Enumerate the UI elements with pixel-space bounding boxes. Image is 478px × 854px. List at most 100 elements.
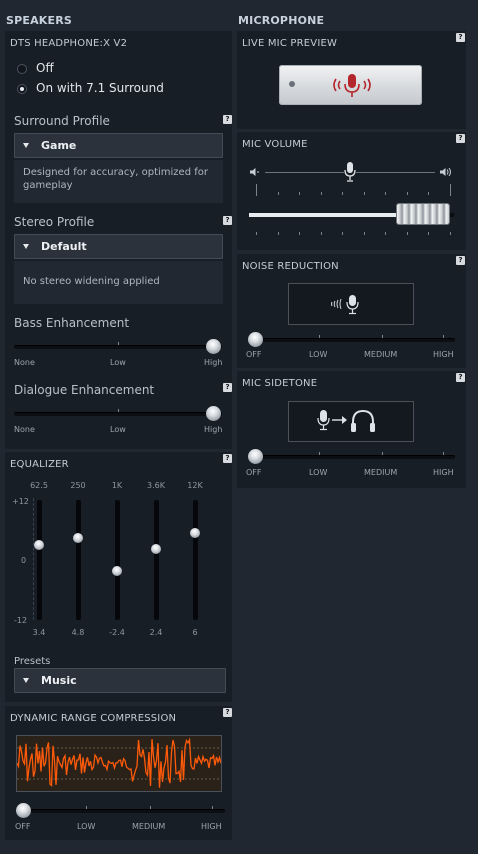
live-mic-preview-panel: LIVE MIC PREVIEW ? xyxy=(237,31,466,129)
drc-help-icon[interactable]: ? xyxy=(223,708,232,717)
eq-band-track[interactable] xyxy=(193,500,198,620)
presets-label: Presets xyxy=(14,656,51,667)
mic-volume-help-icon[interactable]: ? xyxy=(456,134,465,143)
bass-slider-track[interactable] xyxy=(14,345,222,349)
sidetone-help-icon[interactable]: ? xyxy=(456,373,465,382)
dts-off-label[interactable]: Off xyxy=(36,61,54,75)
mic-volume-tick xyxy=(385,232,386,235)
surround-profile-value: Game xyxy=(41,139,77,152)
mic-sidetone-title: MIC SIDETONE xyxy=(242,378,318,389)
dialogue-min-label: None xyxy=(14,425,35,434)
eq-band-knob[interactable] xyxy=(190,528,200,538)
mic-volume-tick xyxy=(385,192,386,195)
mic-volume-tick xyxy=(299,232,300,235)
mic-volume-tick xyxy=(320,192,322,195)
eq-axis-top: +12 xyxy=(12,497,29,506)
bass-tick-mid xyxy=(118,342,119,345)
dts-off-radio[interactable] xyxy=(17,64,27,74)
eq-band-track[interactable] xyxy=(154,500,159,620)
bass-min-label: None xyxy=(14,358,35,367)
st-tick xyxy=(443,452,444,455)
st-level-off: OFF xyxy=(246,468,262,477)
live-preview-help-icon[interactable]: ? xyxy=(456,33,465,42)
eq-band-frequency: 12K xyxy=(187,481,203,490)
eq-grid-line xyxy=(33,498,34,620)
nr-level-off: OFF xyxy=(246,350,262,359)
drc-tick xyxy=(86,806,87,809)
drc-slider-knob[interactable] xyxy=(16,803,31,818)
mic-waves-icon xyxy=(333,74,371,97)
nr-tick xyxy=(443,335,444,338)
mic-to-headphones-icon xyxy=(317,409,375,432)
bass-slider-knob[interactable] xyxy=(206,339,221,354)
eq-band-frequency: 3.6K xyxy=(147,481,165,490)
dialogue-tick-mid xyxy=(118,409,119,412)
stereo-profile-dropdown[interactable]: Default xyxy=(14,234,223,259)
mic-volume-tick xyxy=(406,232,408,235)
eq-band-value: 4.8 xyxy=(71,628,85,637)
eq-band-knob[interactable] xyxy=(112,565,122,576)
dts-panel-title: DTS HEADPHONE:X V2 xyxy=(10,38,128,49)
mic-volume-tick xyxy=(363,192,365,195)
dialogue-max-label: High xyxy=(204,425,223,434)
mic-volume-knob[interactable] xyxy=(397,204,450,224)
mic-volume-tick xyxy=(299,192,300,195)
eq-preset-dropdown[interactable]: Music xyxy=(14,668,226,693)
drc-level-high: HIGH xyxy=(201,822,222,831)
mic-volume-tick xyxy=(342,192,343,195)
sidetone-track[interactable] xyxy=(249,455,455,459)
noise-reduction-title: NOISE REDUCTION xyxy=(242,261,339,272)
mic-volume-title: MIC VOLUME xyxy=(242,139,308,150)
mic-volume-tick xyxy=(363,232,365,235)
equalizer-title: EQUALIZER xyxy=(10,459,69,470)
dialogue-help-icon[interactable]: ? xyxy=(223,383,232,392)
dts-panel: DTS HEADPHONE:X V2 Off On with 7.1 Surro… xyxy=(5,31,232,449)
drc-slider-track[interactable] xyxy=(17,809,225,813)
noise-reduction-panel: NOISE REDUCTION ? OFF LOW MEDIUM HIGH xyxy=(237,254,466,368)
stereo-help-icon[interactable]: ? xyxy=(223,216,232,225)
dialogue-slider-track[interactable] xyxy=(14,412,222,416)
eq-band-knob[interactable] xyxy=(151,544,161,555)
bass-max-label: High xyxy=(204,358,223,367)
surround-profile-description: Designed for accuracy, optimized for gam… xyxy=(14,160,223,203)
dts-on-label[interactable]: On with 7.1 Surround xyxy=(36,81,164,95)
stereo-profile-description: No stereo widening applied xyxy=(14,261,223,304)
drc-waveform xyxy=(17,737,221,788)
surround-help-icon[interactable]: ? xyxy=(223,115,232,124)
stereo-profile-label: Stereo Profile xyxy=(14,215,95,229)
eq-band-track[interactable] xyxy=(76,500,81,620)
microphone-title: MICROPHONE xyxy=(238,14,325,27)
st-level-low: LOW xyxy=(309,468,328,477)
dialogue-slider-knob[interactable] xyxy=(206,406,221,421)
eq-band-track[interactable] xyxy=(37,500,42,620)
drc-level-low: LOW xyxy=(77,822,96,831)
dts-on-radio[interactable] xyxy=(17,84,27,94)
speakers-title: SPEAKERS xyxy=(6,14,73,27)
noise-reduction-knob[interactable] xyxy=(248,332,263,347)
mic-volume-tick xyxy=(449,184,451,196)
mic-volume-tick xyxy=(449,232,451,235)
eq-band-track[interactable] xyxy=(115,500,120,620)
drc-tick xyxy=(150,806,151,809)
caret-down-icon xyxy=(23,244,29,249)
surround-profile-dropdown[interactable]: Game xyxy=(14,133,223,158)
live-mic-preview-button[interactable] xyxy=(279,65,422,105)
surround-profile-label: Surround Profile xyxy=(14,114,110,128)
eq-axis-bottom: -12 xyxy=(14,616,28,625)
noise-reduction-help-icon[interactable]: ? xyxy=(456,256,465,265)
bass-mid-label: Low xyxy=(110,358,126,367)
eq-band-knob[interactable] xyxy=(73,533,83,544)
drc-title: DYNAMIC RANGE COMPRESSION xyxy=(10,713,177,724)
noise-reduction-illustration xyxy=(288,283,414,325)
sidetone-illustration xyxy=(288,401,414,442)
st-level-high: HIGH xyxy=(433,468,454,477)
equalizer-help-icon[interactable]: ? xyxy=(223,454,232,463)
eq-band-knob[interactable] xyxy=(34,539,44,550)
bass-enhancement-label: Bass Enhancement xyxy=(14,316,130,330)
noise-reduction-track[interactable] xyxy=(249,338,455,342)
st-level-medium: MEDIUM xyxy=(364,468,398,477)
mic-volume-tick xyxy=(277,192,279,195)
mic-noise-icon xyxy=(331,295,359,315)
eq-band-frequency: 62.5 xyxy=(30,481,48,490)
sidetone-knob[interactable] xyxy=(248,449,263,464)
